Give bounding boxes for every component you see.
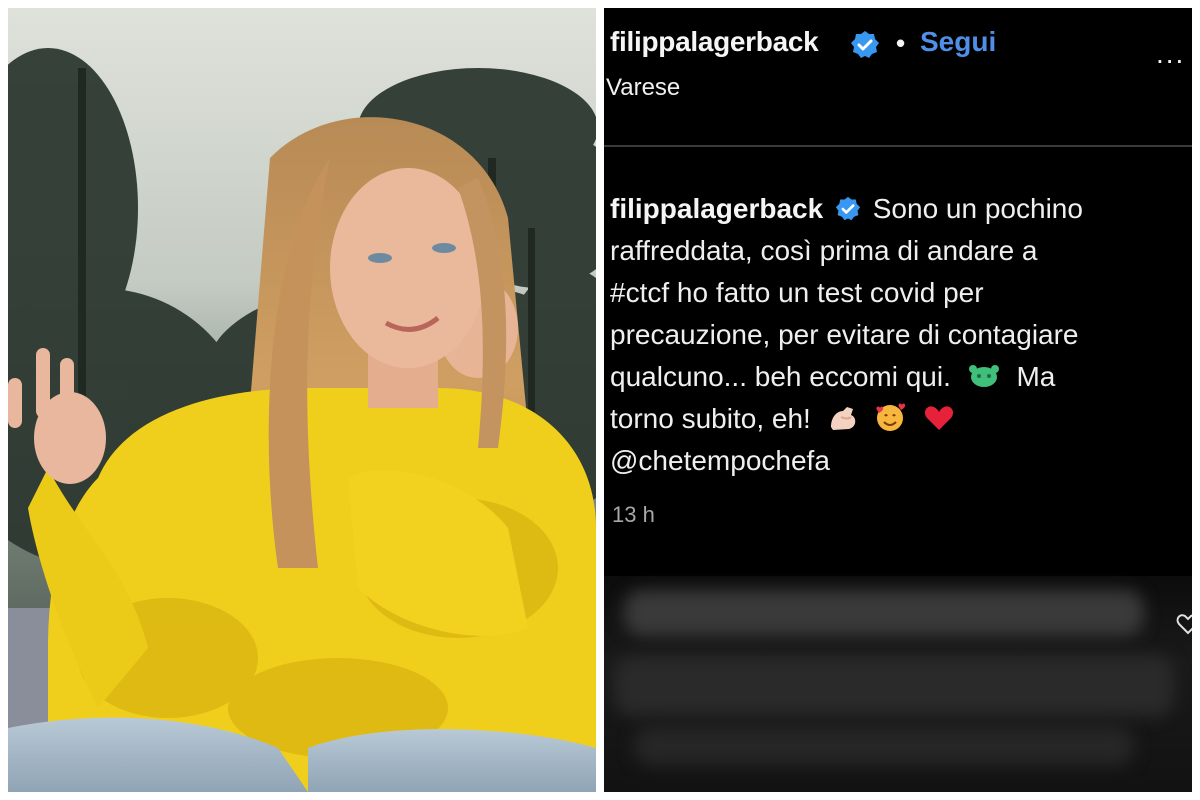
caption-username-link[interactable]: filippalagerback <box>610 193 823 224</box>
caption-line: filippalagerback Sono un pochino <box>610 188 1180 230</box>
heart-outline-icon[interactable] <box>1176 612 1192 636</box>
caption-text: Sono un pochino <box>872 193 1083 224</box>
post-timestamp[interactable]: 13 h <box>612 502 655 528</box>
caption-line: @chetempochefa <box>610 440 1180 482</box>
blurred-comment <box>624 590 1144 636</box>
caption-text: torno subito, eh! <box>610 403 811 434</box>
post-caption: filippalagerback Sono un pochino raffred… <box>610 188 1180 482</box>
virus-emoji-icon <box>968 364 999 387</box>
caption-text: precauzione, per evitare di contagiare <box>610 319 1079 350</box>
caption-text: Ma <box>1016 361 1056 392</box>
follow-button[interactable]: Segui <box>920 26 996 58</box>
hashtag-link[interactable]: #ctcf ho fatto un test covid per <box>610 277 984 308</box>
red-heart-emoji-icon <box>925 405 954 430</box>
blurred-comment <box>614 656 1174 716</box>
mention-link[interactable]: @chetempochefa <box>610 445 830 476</box>
separator-dot: • <box>896 28 906 58</box>
flexed-biceps-emoji-icon <box>830 406 855 430</box>
caption-line: torno subito, eh! <box>610 398 1180 440</box>
post-header: filippalagerback • Segui Varese ... <box>604 8 1192 146</box>
verified-badge-icon <box>851 31 879 58</box>
caption-line: #ctcf ho fatto un test covid per <box>610 272 1180 314</box>
header-divider <box>604 145 1192 147</box>
caption-text: qualcuno... beh eccomi qui. <box>610 361 951 392</box>
blurred-comments-area <box>604 576 1192 792</box>
post-photo <box>8 8 596 792</box>
caption-line: raffreddata, così prima di andare a <box>610 230 1180 272</box>
smiling-face-with-hearts-emoji-icon <box>876 403 906 431</box>
more-options-icon[interactable]: ... <box>1156 38 1185 70</box>
username-link[interactable]: filippalagerback <box>610 26 819 58</box>
verified-badge-icon <box>835 196 861 220</box>
location-link[interactable]: Varese <box>606 74 680 102</box>
instagram-post-panel: filippalagerback • Segui Varese ... fili… <box>604 8 1192 792</box>
caption-text: raffreddata, così prima di andare a <box>610 235 1038 266</box>
blurred-comment <box>634 726 1134 766</box>
caption-line: qualcuno... beh eccomi qui. Ma <box>610 356 1180 398</box>
photo-illustration <box>8 8 596 792</box>
caption-line: precauzione, per evitare di contagiare <box>610 314 1180 356</box>
